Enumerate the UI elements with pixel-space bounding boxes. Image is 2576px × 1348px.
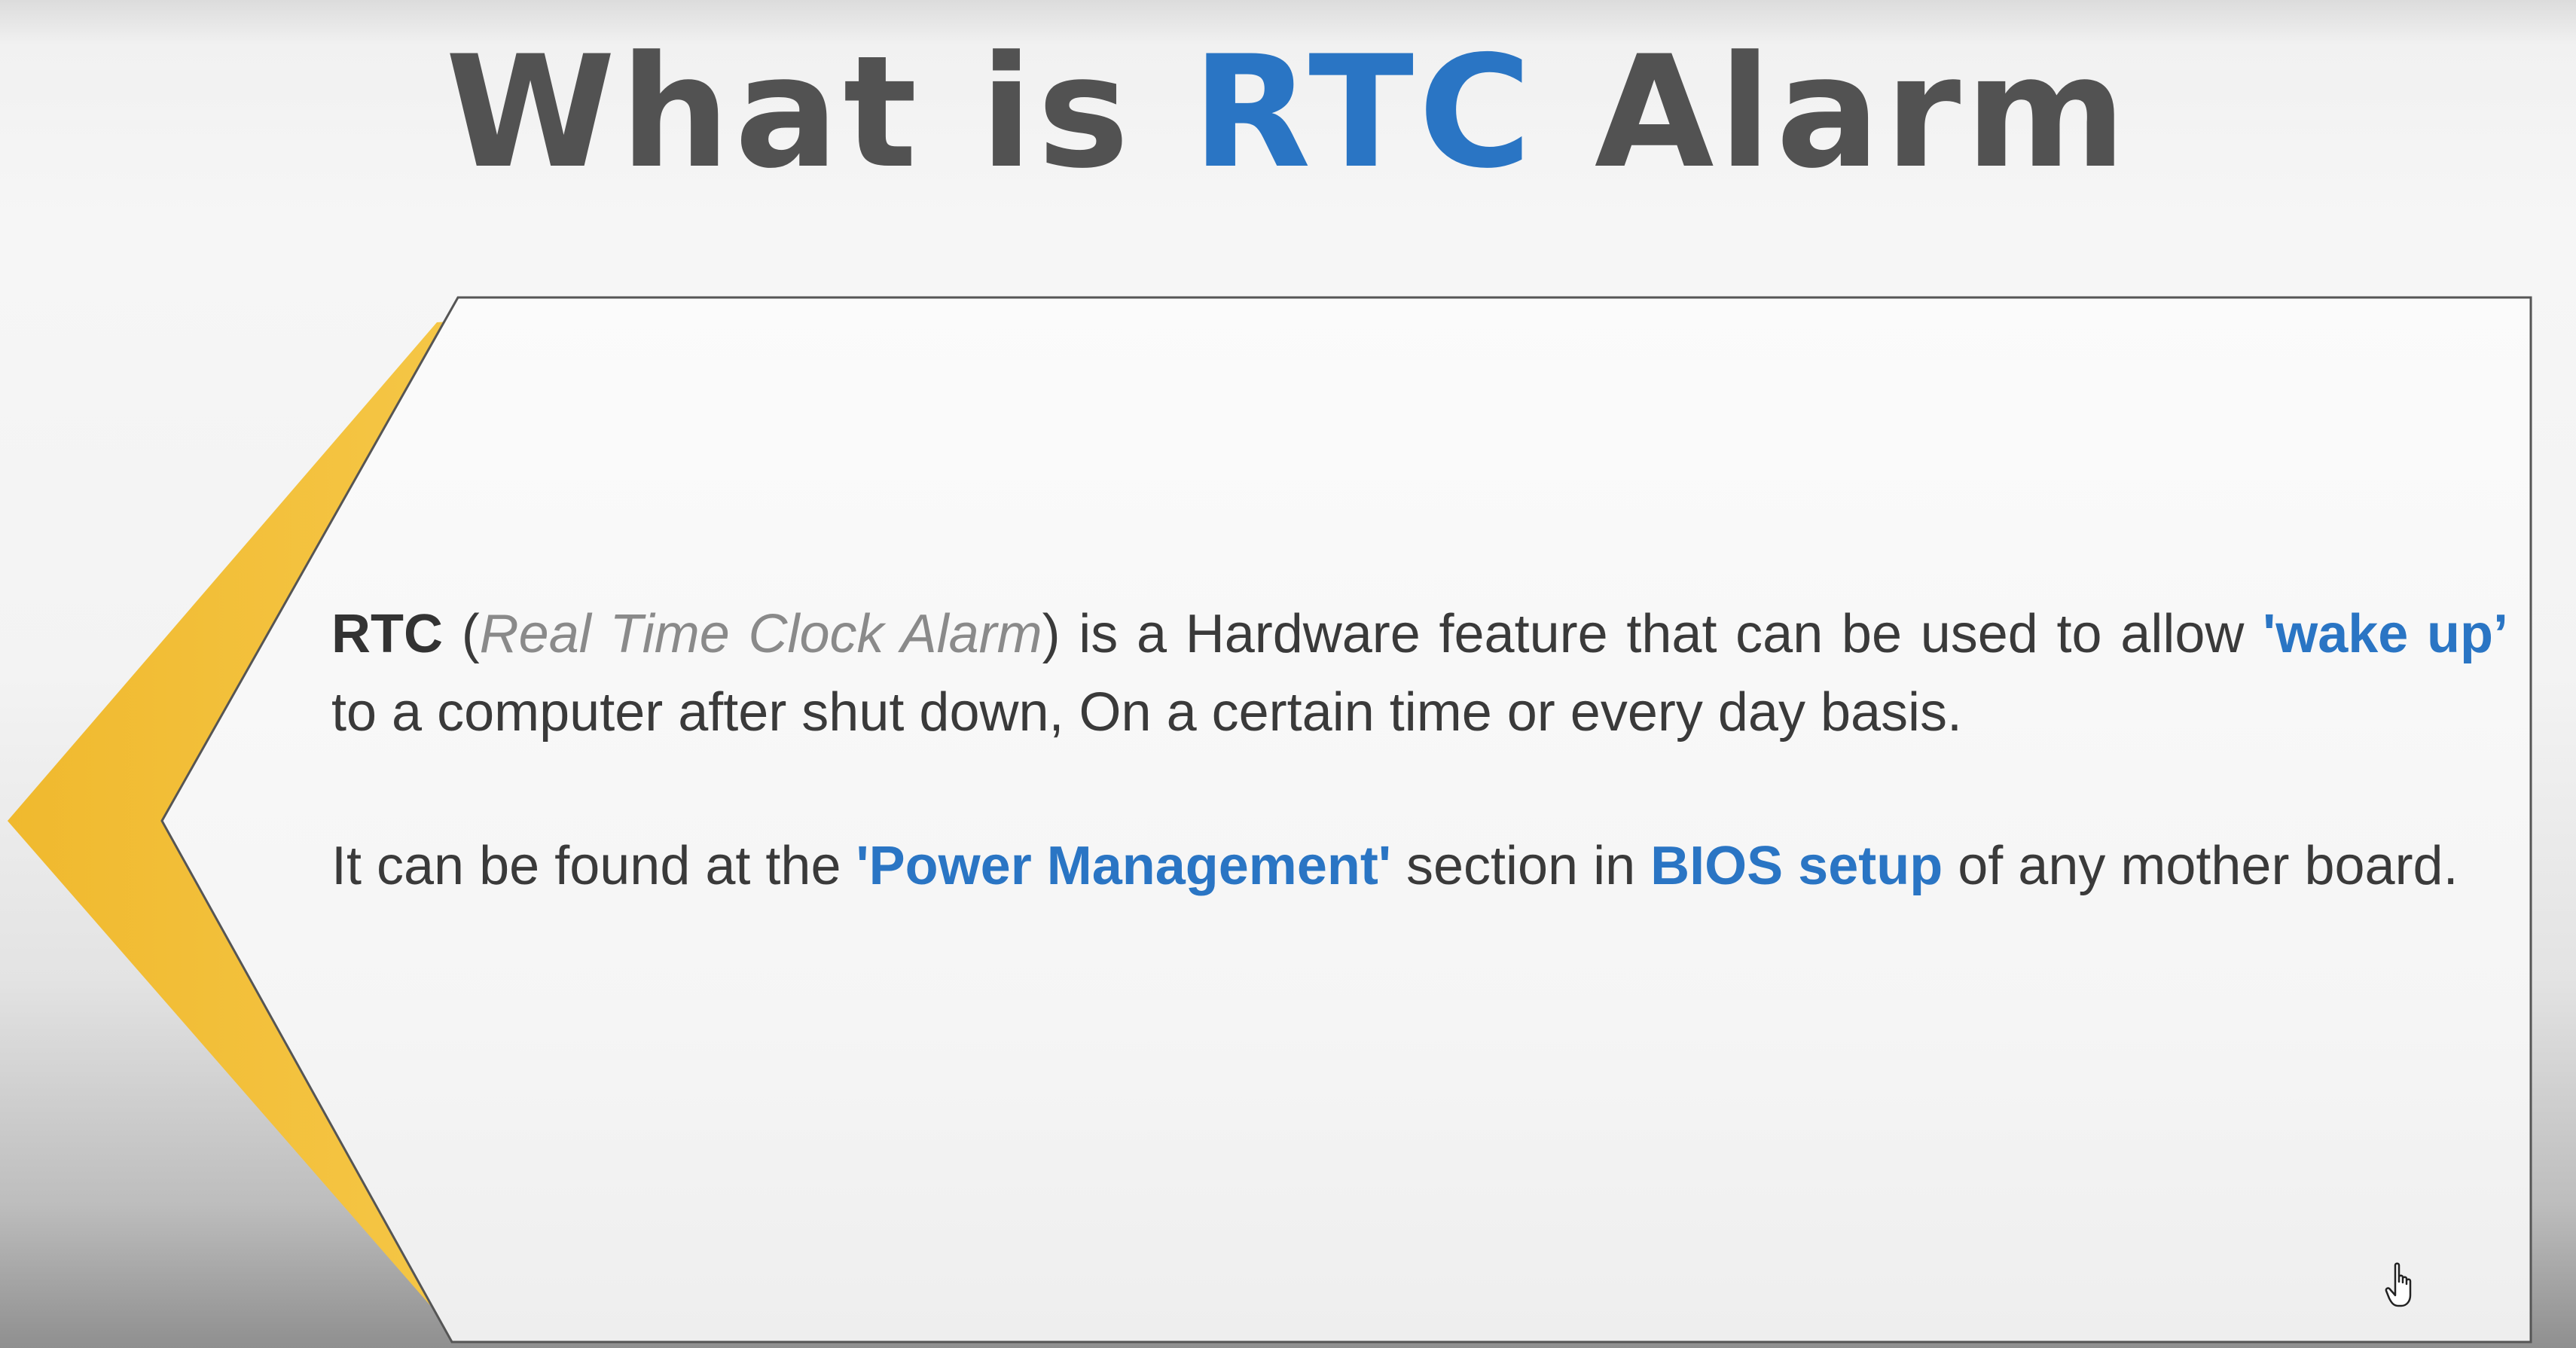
definition-continued: to a computer after shut down, On a cert… (331, 682, 1963, 743)
definition-paragraph: RTC (Real Time Clock Alarm) is a Hardwar… (331, 595, 2508, 752)
location-middle: section in (1406, 836, 1636, 896)
bios-setup-highlight: BIOS setup (1650, 836, 1943, 896)
term-rtc: RTC (331, 604, 443, 664)
open-paren: ( (461, 604, 480, 664)
term-expansion: Real Time Clock Alarm (479, 604, 1042, 664)
power-management-highlight: 'Power Management' (856, 836, 1391, 896)
slide-content: RTC (Real Time Clock Alarm) is a Hardwar… (331, 595, 2508, 905)
hand-pointer-icon (2385, 1262, 2412, 1307)
definition-text: ) is a Hardware feature that can be used… (1042, 604, 2245, 664)
location-paragraph: It can be found at the 'Power Management… (331, 827, 2508, 905)
location-lead: It can be found at the (331, 836, 841, 896)
wake-up-highlight: 'wake up’ (2263, 604, 2508, 664)
location-rest: of any mother board. (1958, 836, 2458, 896)
